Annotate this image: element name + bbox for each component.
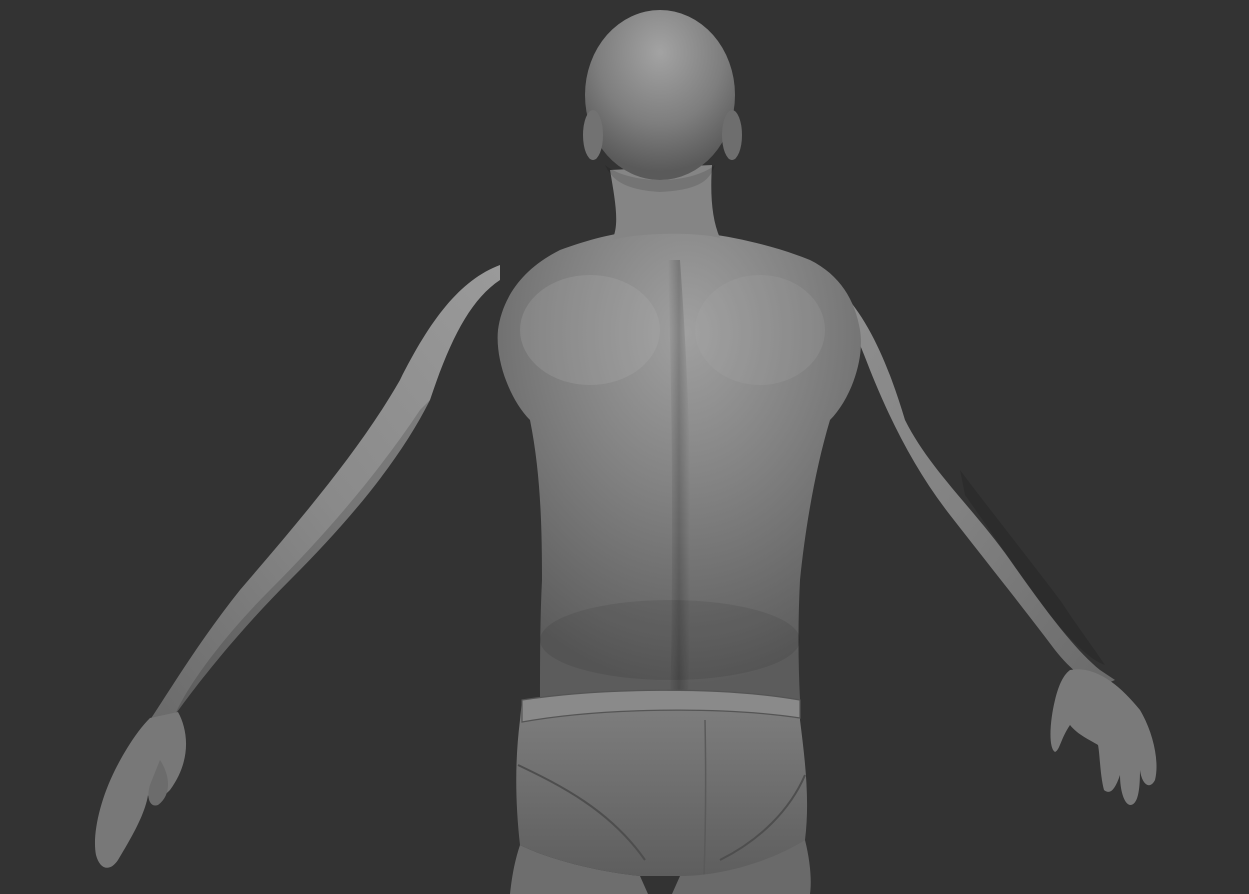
right-hand [1050,669,1157,805]
left-hand [94,712,187,868]
briefs [516,691,808,876]
sculpt-viewport[interactable] [0,0,1249,894]
left-ear [583,110,603,160]
right-scapula-highlight [695,275,825,385]
male-back-sculpt [94,10,1157,894]
left-arm [150,265,500,720]
head [585,10,735,180]
left-scapula-highlight [520,275,660,385]
right-forearm-shadow [960,470,1105,665]
lower-back-shadow [540,600,800,680]
right-ear [722,110,742,160]
